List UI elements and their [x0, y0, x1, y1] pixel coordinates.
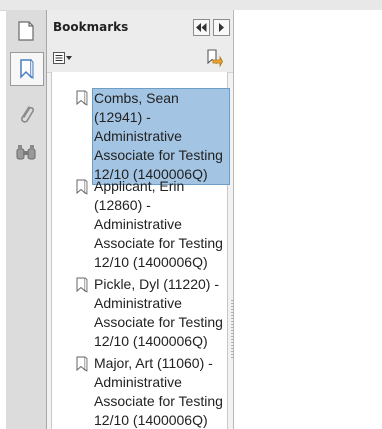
- search-icon[interactable]: [13, 140, 39, 166]
- list-item[interactable]: Applicant, Erin (12860) - Administrative…: [76, 177, 223, 275]
- bookmark-label: Major, Art (11060) - Administrative Asso…: [94, 355, 223, 428]
- bookmark-label: Applicant, Erin (12860) - Administrative…: [94, 178, 223, 270]
- attachment-icon[interactable]: [13, 102, 39, 128]
- list-item[interactable]: Combs, Sean (12941) - Administrative Ass…: [76, 88, 230, 185]
- bookmark-list: Combs, Sean (12941) - Administrative Ass…: [51, 72, 230, 429]
- panel-header: Bookmarks: [47, 10, 233, 45]
- bookmarks-panel: Bookmarks Combs, Sean (12941) - Administ…: [47, 10, 234, 429]
- list-item[interactable]: Major, Art (11060) - Administrative Asso…: [76, 354, 223, 429]
- document-area: [234, 10, 382, 429]
- bookmark-label: Pickle, Dyl (11220) - Administrative Ass…: [94, 276, 223, 349]
- bookmark-icon: [76, 90, 88, 106]
- bookmark-icon: [76, 356, 88, 372]
- expand-bookmark-icon[interactable]: [205, 49, 223, 68]
- panel-title: Bookmarks: [53, 20, 129, 34]
- pages-icon[interactable]: [13, 18, 39, 44]
- list-item[interactable]: Pickle, Dyl (11220) - Administrative Ass…: [76, 275, 223, 353]
- expand-right-icon[interactable]: [213, 19, 230, 36]
- bookmarks-toolbar: [47, 44, 233, 73]
- bookmark-label: Combs, Sean (12941) - Administrative Ass…: [92, 88, 230, 185]
- collapse-left-icon[interactable]: [193, 19, 210, 36]
- bookmark-icon: [76, 179, 88, 195]
- bookmark-icon[interactable]: [10, 52, 44, 86]
- options-menu-icon[interactable]: [53, 50, 73, 66]
- app-window: Bookmarks Combs, Sean (12941) - Administ…: [0, 0, 382, 429]
- bookmark-icon: [76, 277, 88, 293]
- navigation-rail: [6, 10, 47, 429]
